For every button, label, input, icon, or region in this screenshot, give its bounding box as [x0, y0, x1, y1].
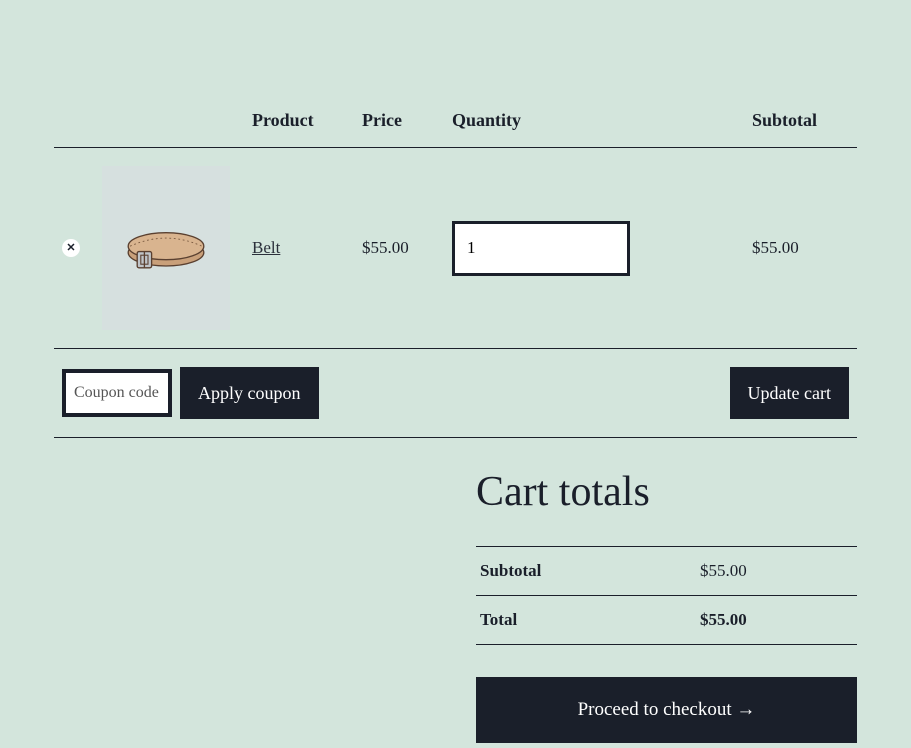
- apply-coupon-button[interactable]: Apply coupon: [180, 367, 319, 419]
- col-header-product: Product: [244, 100, 354, 148]
- col-header-quantity: Quantity: [444, 100, 744, 148]
- col-header-subtotal: Subtotal: [744, 100, 857, 148]
- remove-item-button[interactable]: ✕: [62, 239, 80, 257]
- product-subtotal: $55.00: [744, 148, 857, 349]
- cart-totals-heading: Cart totals: [476, 468, 857, 516]
- quantity-input[interactable]: [452, 221, 630, 276]
- total-value: $55.00: [696, 596, 857, 645]
- cart-page: Product Price Quantity Subtotal ✕: [0, 0, 911, 743]
- product-price: $55.00: [354, 148, 444, 349]
- cart-item-row: ✕ Bel: [54, 148, 857, 349]
- coupon-section: Apply coupon: [62, 367, 319, 419]
- cart-totals-section: Cart totals Subtotal $55.00 Total $55.00…: [476, 468, 857, 743]
- col-header-remove: [54, 100, 94, 148]
- cart-actions-row: Apply coupon Update cart: [54, 349, 857, 438]
- subtotal-label: Subtotal: [476, 547, 696, 596]
- belt-icon: [121, 218, 211, 278]
- col-header-price: Price: [354, 100, 444, 148]
- total-row: Total $55.00: [476, 596, 857, 645]
- total-label: Total: [476, 596, 696, 645]
- product-thumbnail[interactable]: [102, 166, 230, 330]
- product-name-link[interactable]: Belt: [252, 238, 280, 257]
- col-header-thumbnail: [94, 100, 244, 148]
- close-icon: ✕: [66, 243, 75, 254]
- subtotal-row: Subtotal $55.00: [476, 547, 857, 596]
- cart-table: Product Price Quantity Subtotal ✕: [54, 100, 857, 438]
- subtotal-value: $55.00: [696, 547, 857, 596]
- proceed-to-checkout-button[interactable]: Proceed to checkout →: [476, 677, 857, 743]
- coupon-code-input[interactable]: [62, 369, 172, 417]
- cart-totals-table: Subtotal $55.00 Total $55.00: [476, 546, 857, 645]
- update-cart-button[interactable]: Update cart: [730, 367, 849, 419]
